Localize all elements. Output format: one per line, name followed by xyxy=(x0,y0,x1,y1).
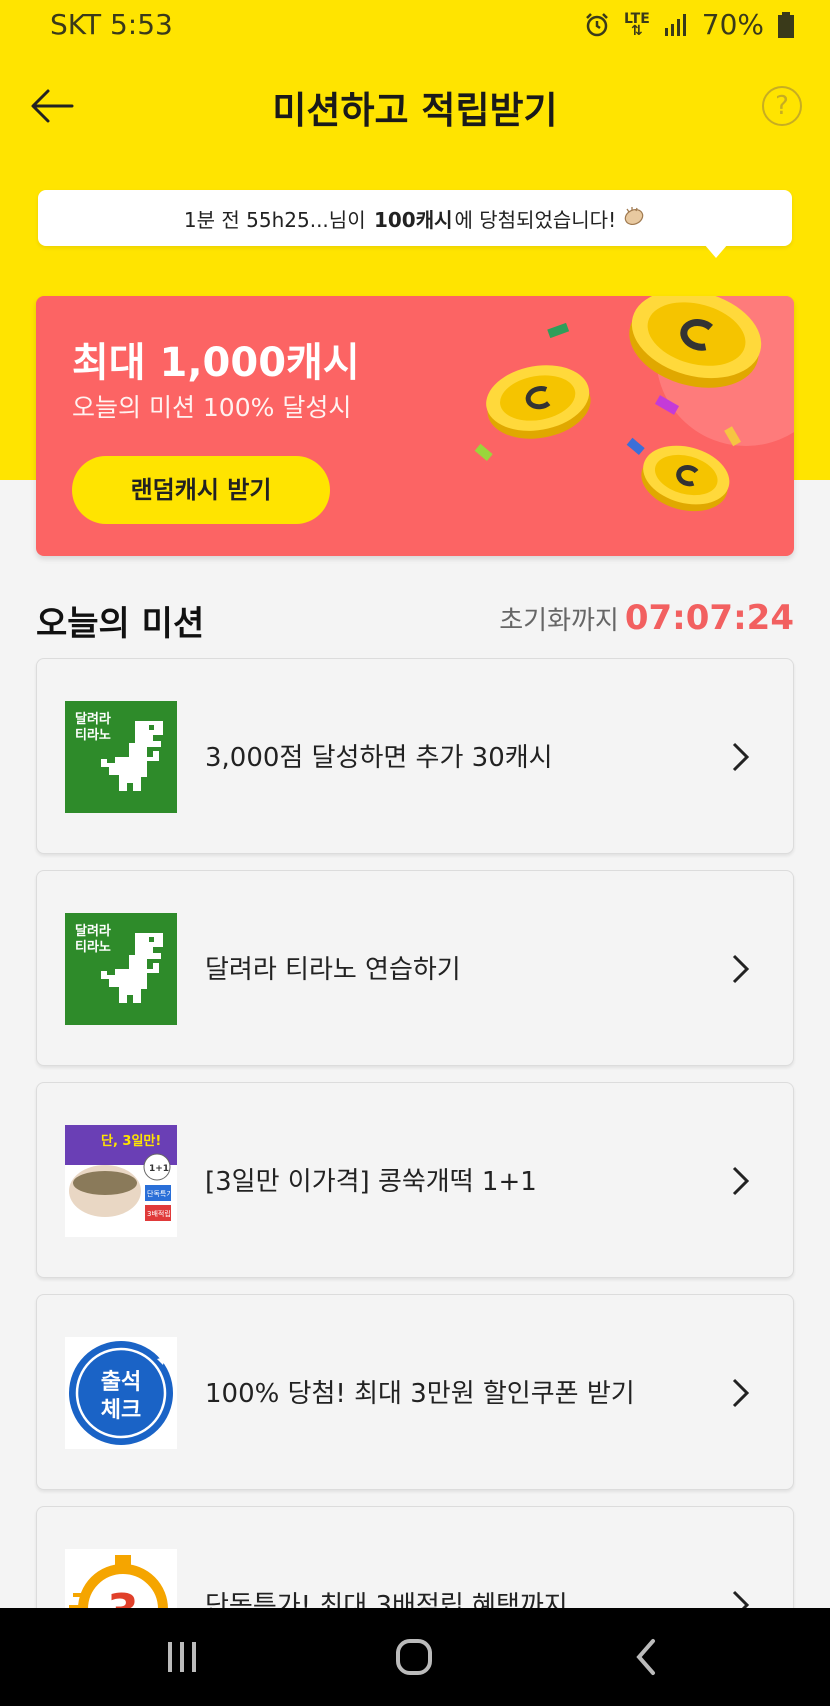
timer-label: 초기화까지 xyxy=(499,606,619,636)
rice-cake-product-icon: 단, 3일만! 1+1 단독특가 3배적립 xyxy=(65,1125,177,1237)
svg-text:티라노: 티라노 xyxy=(75,939,111,955)
notice-suffix: 에 당첨되었습니다! xyxy=(454,207,617,232)
dino-game-icon: 달려라 티라노 xyxy=(65,701,177,813)
promo-banner[interactable]: 최대 1,000캐시 오늘의 미션 100% 달성시 랜덤캐시 받기 xyxy=(36,296,794,556)
svg-text:3배적립: 3배적립 xyxy=(147,1209,171,1218)
recent-apps-icon xyxy=(168,1642,196,1672)
svg-text:달려라: 달려라 xyxy=(75,923,111,939)
banner-subtitle: 오늘의 미션 100% 달성시 xyxy=(72,393,352,422)
svg-text:달려라: 달려라 xyxy=(75,711,111,727)
page-title: 미션하고 적립받기 xyxy=(272,89,558,132)
question-mark-icon: ? xyxy=(775,91,789,121)
notice-tail xyxy=(704,244,728,258)
signal-icon xyxy=(664,13,686,36)
mission-card[interactable]: 달려라 티라노 달려라 티라노 연습하기 xyxy=(36,870,794,1066)
winner-notice: 1분 전 55h25...님이 100캐시 에 당첨되었습니다! xyxy=(38,190,792,246)
home-button[interactable] xyxy=(384,1632,444,1682)
battery-icon xyxy=(778,11,794,38)
svg-text:티라노: 티라노 xyxy=(75,727,111,743)
missions-section-title: 오늘의 미션 xyxy=(36,604,205,644)
svg-text:1+1: 1+1 xyxy=(149,1164,169,1174)
chevron-right-icon xyxy=(732,954,750,984)
chevron-left-icon xyxy=(636,1639,655,1675)
system-back-button[interactable] xyxy=(616,1632,676,1682)
status-bar: SKT 5:53 LTE ⇅ 70% xyxy=(0,0,830,52)
status-icons: LTE ⇅ 70% xyxy=(584,8,794,41)
dino-game-icon: 달려라 티라노 xyxy=(65,913,177,1025)
mission-label: 달려라 티라노 연습하기 xyxy=(205,955,461,985)
help-button[interactable]: ? xyxy=(762,86,802,126)
reset-timer: 초기화까지 07:07:24 xyxy=(499,598,794,638)
carrier-time: SKT 5:53 xyxy=(50,8,173,41)
alarm-icon xyxy=(586,12,608,36)
mission-card[interactable]: 단, 3일만! 1+1 단독특가 3배적립 [3일만 이가격] 콩쑥개떡 1+1 xyxy=(36,1082,794,1278)
mission-label: 100% 당첨! 최대 3만원 할인쿠폰 받기 xyxy=(205,1379,635,1409)
chevron-right-icon xyxy=(732,1378,750,1408)
chevron-right-icon xyxy=(732,742,750,772)
attendance-check-icon: 출석 체크 xyxy=(65,1337,177,1449)
chevron-right-icon xyxy=(732,1166,750,1196)
svg-text:단독특가: 단독특가 xyxy=(147,1189,173,1198)
svg-text:출석: 출석 xyxy=(101,1370,141,1395)
svg-text:체크: 체크 xyxy=(101,1398,141,1423)
mission-label: 3,000점 달성하면 추가 30캐시 xyxy=(205,743,553,773)
banner-title: 최대 1,000캐시 xyxy=(72,340,360,386)
app-header: 미션하고 적립받기 ? xyxy=(0,66,830,146)
timer-value: 07:07:24 xyxy=(624,598,794,638)
recent-apps-button[interactable] xyxy=(152,1632,212,1682)
random-cash-button[interactable]: 랜덤캐시 받기 xyxy=(72,456,330,524)
notice-amount: 100캐시 xyxy=(373,207,453,232)
mission-card[interactable]: 달려라 티라노 3,000점 달성하면 추가 30캐시 xyxy=(36,658,794,854)
mission-label: [3일만 이가격] 콩쑥개떡 1+1 xyxy=(205,1167,537,1197)
battery-percent: 70% xyxy=(701,8,764,41)
coins-illustration xyxy=(474,296,794,512)
mission-card[interactable]: 출석 체크 100% 당첨! 최대 3만원 할인쿠폰 받기 xyxy=(36,1294,794,1490)
network-type: LTE ⇅ xyxy=(624,10,650,39)
notice-prefix: 1분 전 55h25...님이 xyxy=(183,207,366,232)
home-icon xyxy=(396,1639,432,1675)
clap-icon xyxy=(622,205,646,232)
system-nav-bar xyxy=(0,1608,830,1706)
svg-text:단, 3일만!: 단, 3일만! xyxy=(101,1133,161,1149)
